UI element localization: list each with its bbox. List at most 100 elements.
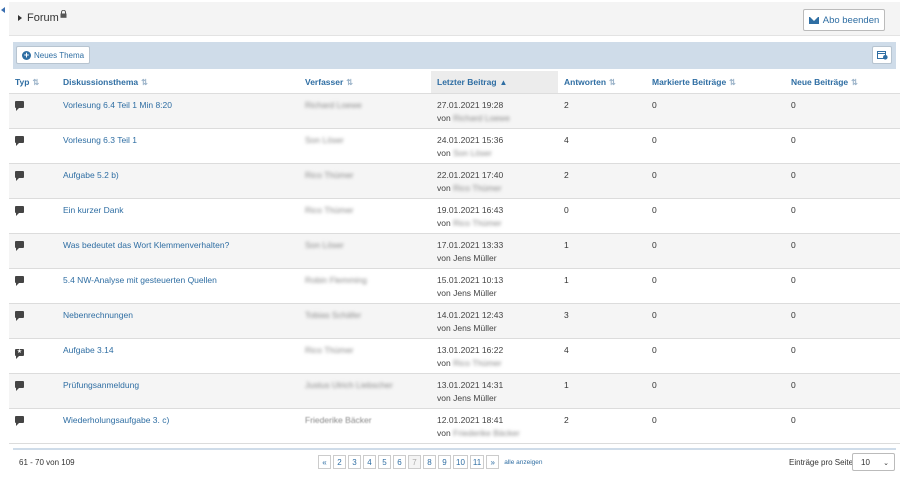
show-all-link[interactable]: alle anzeigen	[504, 459, 542, 466]
author-name: Friederike Bäcker	[305, 414, 372, 425]
answers-cell: 2	[558, 163, 646, 199]
last-post-by: von Jens Müller	[437, 323, 558, 333]
marked-count: 0	[652, 239, 657, 250]
author-name: Son Löser	[305, 134, 344, 145]
pager-page[interactable]: 6	[393, 455, 406, 469]
column-header-4[interactable]: Antworten ⇅	[558, 71, 646, 94]
table-row[interactable]: Prüfungsanmeldung Justus Ulrich Liebscher…	[9, 373, 900, 409]
type-cell	[9, 128, 57, 164]
chat-icon	[15, 380, 24, 391]
table-footer: 61 - 70 von 109 «2 3 4 5 6 7 8 9 10 11» alle anzei…	[9, 450, 900, 476]
marked-count: 0	[652, 169, 657, 180]
topic-link[interactable]: 5.4 NW-Analyse mit gesteuerten Quellen	[63, 275, 217, 285]
new-cell: 0	[785, 233, 900, 269]
forum-topics-table: Typ ⇅ Diskussionsthema ⇅ Verfasser ⇅ Letzter B…	[9, 71, 900, 444]
pager-page[interactable]: 2	[333, 455, 346, 469]
unsubscribe-label: Abo beenden	[822, 14, 880, 26]
author-name: Tobias Schäfer	[305, 309, 362, 320]
type-cell	[9, 198, 57, 234]
pager-page[interactable]: 3	[348, 455, 361, 469]
new-cell: 0	[785, 163, 900, 199]
column-header-3[interactable]: Letzter Beitrag ▲	[431, 71, 558, 94]
envelope-icon	[808, 16, 819, 24]
table-settings-icon	[876, 50, 888, 60]
pager-page[interactable]: 11	[469, 455, 485, 469]
new-cell: 0	[785, 128, 900, 164]
topic-link[interactable]: Nebenrechnungen	[63, 310, 133, 320]
table-row[interactable]: Wiederholungsaufgabe 3. c) Friederike Bäc…	[9, 408, 900, 444]
topic-link[interactable]: Ein kurzer Dank	[63, 205, 123, 215]
answers-cell: 2	[558, 408, 646, 444]
column-header-5[interactable]: Markierte Beiträge ⇅	[646, 71, 785, 94]
topic-link[interactable]: Was bedeutet das Wort Klemmenverhalten?	[63, 240, 229, 250]
answers-count: 4	[564, 134, 569, 145]
expand-caret-icon[interactable]	[18, 15, 22, 21]
table-toolbar: + Neues Thema	[13, 42, 896, 69]
column-header-6[interactable]: Neue Beiträge ⇅	[785, 71, 900, 94]
table-row[interactable]: 5.4 NW-Analyse mit gesteuerten Quellen Ro…	[9, 268, 900, 304]
last-post-by-prefix: von	[437, 427, 451, 438]
last-post-cell: 27.01.2021 19:28 von Richard Loewe	[431, 93, 558, 129]
table-settings-button[interactable]	[872, 46, 892, 64]
column-header-label: Typ	[15, 76, 30, 87]
author-cell: Friederike Bäcker	[299, 408, 431, 444]
marked-count: 0	[652, 204, 657, 215]
pager-page[interactable]: 8	[423, 455, 436, 469]
table-row[interactable]: Nebenrechnungen Tobias Schäfer 14.01.2021 …	[9, 303, 900, 339]
pager-next[interactable]: »	[486, 455, 500, 469]
topic-cell: Aufgabe 5.2 b)	[57, 163, 299, 199]
table-row[interactable]: Ein kurzer Dank Rico Thümer 19.01.2021 16:…	[9, 198, 900, 234]
column-header-1[interactable]: Diskussionsthema ⇅	[57, 71, 299, 94]
topic-cell: Vorlesung 6.4 Teil 1 Min 8:20	[57, 93, 299, 129]
sort-icon: ⇅	[141, 77, 148, 87]
last-post-date: 22.01.2021 17:40	[437, 169, 504, 180]
unsubscribe-button[interactable]: Abo beenden	[803, 9, 885, 31]
table-row[interactable]: Vorlesung 6.3 Teil 1 Son Löser 24.01.2021 …	[9, 128, 900, 164]
new-topic-button[interactable]: + Neues Thema	[16, 46, 91, 64]
collapse-arrow-icon[interactable]	[1, 7, 5, 13]
pager-page[interactable]: 5	[378, 455, 391, 469]
author-cell: Richard Loewe	[299, 93, 431, 129]
table-header-row: Typ ⇅ Diskussionsthema ⇅ Verfasser ⇅ Letzter B…	[9, 71, 900, 94]
author-name: Justus Ulrich Liebscher	[305, 379, 393, 390]
author-name: Rico Thümer	[305, 344, 354, 355]
chevron-down-icon: ⌄	[883, 460, 889, 467]
last-post-date: 15.01.2021 10:13	[437, 274, 504, 285]
table-row[interactable]: Was bedeutet das Wort Klemmenverhalten? S…	[9, 233, 900, 269]
table-row[interactable]: Vorlesung 6.4 Teil 1 Min 8:20 Richard Loe…	[9, 93, 900, 129]
pager-page[interactable]: 7	[408, 455, 421, 469]
per-page-select[interactable]: 10 ⌄	[852, 453, 895, 471]
new-count: 0	[791, 239, 796, 250]
chat-icon	[15, 135, 24, 146]
column-header-0[interactable]: Typ ⇅	[9, 71, 57, 94]
last-post-author: Rico Thümer	[453, 182, 502, 193]
column-header-2[interactable]: Verfasser ⇅	[299, 71, 431, 94]
new-cell: 0	[785, 373, 900, 409]
pager-page[interactable]: 9	[438, 455, 451, 469]
table-row[interactable]: Aufgabe 5.2 b) Rico Thümer 22.01.2021 17:4…	[9, 163, 900, 199]
last-post-cell: 22.01.2021 17:40 von Rico Thümer	[431, 163, 558, 199]
marked-count: 0	[652, 309, 657, 320]
last-post-by: von Rico Thümer	[437, 358, 558, 368]
topic-link[interactable]: Vorlesung 6.3 Teil 1	[63, 135, 137, 145]
answers-count: 2	[564, 414, 569, 425]
pager-prev[interactable]: «	[318, 455, 331, 469]
sticky-chat-icon: ★	[15, 348, 24, 359]
marked-cell: 0	[646, 268, 785, 304]
new-count: 0	[791, 99, 796, 110]
table-row[interactable]: ★ Aufgabe 3.14 Rico Thümer 13.01.2021 16:22…	[9, 338, 900, 374]
topic-link[interactable]: Aufgabe 5.2 b)	[63, 170, 119, 180]
last-post-cell: 24.01.2021 15:36 von Son Löser	[431, 128, 558, 164]
topic-link[interactable]: Aufgabe 3.14	[63, 345, 114, 355]
answers-cell: 2	[558, 93, 646, 129]
topic-link[interactable]: Vorlesung 6.4 Teil 1 Min 8:20	[63, 100, 172, 110]
column-header-label: Diskussionsthema	[63, 76, 139, 87]
topic-link[interactable]: Wiederholungsaufgabe 3. c)	[63, 415, 169, 425]
pager-page[interactable]: 4	[363, 455, 376, 469]
column-header-label: Antworten	[564, 76, 607, 87]
pager-page[interactable]: 10	[453, 455, 468, 469]
author-cell: Rico Thümer	[299, 163, 431, 199]
marked-cell: 0	[646, 233, 785, 269]
topic-link[interactable]: Prüfungsanmeldung	[63, 380, 139, 390]
pagination: «2 3 4 5 6 7 8 9 10 11» alle anzeigen	[318, 455, 543, 469]
